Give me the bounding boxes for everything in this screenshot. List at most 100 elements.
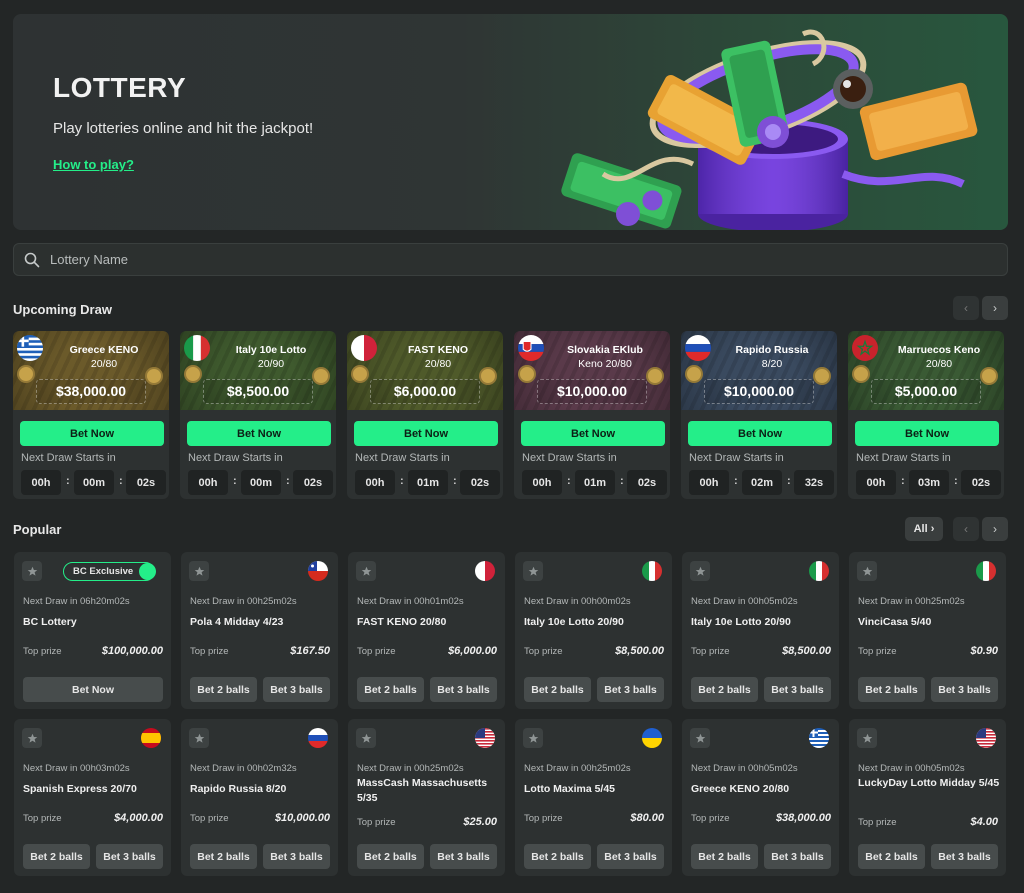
how-to-play-link[interactable]: How to play? bbox=[53, 157, 134, 172]
upcoming-draw-card[interactable]: Greece KENO 20/80 $38,000.00 Bet Now Next… bbox=[13, 331, 169, 499]
lottery-card[interactable]: Next Draw in 00h01m02s FAST KENO 20/80 T… bbox=[348, 552, 505, 709]
bet-3-balls-button[interactable]: Bet 3 balls bbox=[931, 844, 998, 869]
lottery-card[interactable]: Next Draw in 00h05m02s Italy 10e Lotto 2… bbox=[682, 552, 839, 709]
bet-now-button[interactable]: Bet Now bbox=[187, 421, 331, 446]
lottery-card[interactable]: BC Exclusive Next Draw in 06h20m02s BC L… bbox=[14, 552, 171, 709]
next-draw-time: Next Draw in 00h25m02s bbox=[190, 596, 297, 607]
lottery-card[interactable]: Next Draw in 00h03m02s Spanish Express 2… bbox=[14, 719, 171, 876]
draw-jackpot: $10,000.00 bbox=[537, 379, 647, 404]
bet-2-balls-button[interactable]: Bet 2 balls bbox=[357, 677, 424, 702]
flag-icon bbox=[475, 561, 495, 581]
bet-3-balls-button[interactable]: Bet 3 balls bbox=[96, 844, 163, 869]
lottery-card[interactable]: Next Draw in 00h02m32s Rapido Russia 8/2… bbox=[181, 719, 338, 876]
timer-separator: : bbox=[233, 475, 237, 487]
chevron-left-icon: ‹ bbox=[964, 301, 968, 315]
top-prize-value: $0.90 bbox=[970, 645, 998, 657]
flag-icon bbox=[642, 561, 662, 581]
bet-2-balls-button[interactable]: Bet 2 balls bbox=[858, 677, 925, 702]
star-icon bbox=[361, 566, 371, 576]
next-draw-time: Next Draw in 00h05m02s bbox=[691, 763, 798, 774]
bet-2-balls-button[interactable]: Bet 2 balls bbox=[190, 677, 257, 702]
favorite-button[interactable] bbox=[857, 728, 877, 748]
bet-3-balls-button[interactable]: Bet 3 balls bbox=[597, 844, 664, 869]
bet-3-balls-button[interactable]: Bet 3 balls bbox=[430, 677, 497, 702]
popular-next-button[interactable]: › bbox=[982, 517, 1008, 541]
upcoming-draw-card[interactable]: Italy 10e Lotto 20/90 $8,500.00 Bet Now N… bbox=[180, 331, 336, 499]
draw-jackpot: $38,000.00 bbox=[36, 379, 146, 404]
flag-icon bbox=[17, 335, 43, 361]
bet-2-balls-button[interactable]: Bet 2 balls bbox=[357, 844, 424, 869]
next-draw-label: Next Draw Starts in bbox=[21, 452, 116, 464]
bet-2-balls-button[interactable]: Bet 2 balls bbox=[858, 844, 925, 869]
bet-now-button[interactable]: Bet Now bbox=[855, 421, 999, 446]
top-prize-value: $38,000.00 bbox=[775, 812, 831, 824]
draw-format: 20/80 bbox=[925, 358, 953, 370]
lottery-card[interactable]: Next Draw in 00h25m02s MassCash Massachu… bbox=[348, 719, 505, 876]
search-bar[interactable] bbox=[13, 243, 1008, 276]
bet-now-button[interactable]: Bet Now bbox=[20, 421, 164, 446]
search-input[interactable] bbox=[50, 252, 950, 267]
top-prize-label: Top prize bbox=[858, 646, 897, 657]
lottery-card[interactable]: Next Draw in 00h05m02s LuckyDay Lotto Mi… bbox=[849, 719, 1006, 876]
draw-name: Greece KENO 20/80 bbox=[43, 343, 165, 371]
bet-3-balls-button[interactable]: Bet 3 balls bbox=[263, 677, 330, 702]
bet-now-button[interactable]: Bet Now bbox=[521, 421, 665, 446]
flag-icon bbox=[642, 728, 662, 748]
lottery-card[interactable]: Next Draw in 00h25m02s VinciCasa 5/40 To… bbox=[849, 552, 1006, 709]
popular-prev-button[interactable]: ‹ bbox=[953, 517, 979, 541]
all-button[interactable]: All › bbox=[905, 517, 943, 541]
favorite-button[interactable] bbox=[523, 561, 543, 581]
timer-hours: 00h bbox=[21, 470, 61, 495]
bet-3-balls-button[interactable]: Bet 3 balls bbox=[263, 844, 330, 869]
bet-2-balls-button[interactable]: Bet 2 balls bbox=[691, 677, 758, 702]
upcoming-draw-card[interactable]: Marruecos Keno 20/80 $5,000.00 Bet Now Ne… bbox=[848, 331, 1004, 499]
favorite-button[interactable] bbox=[523, 728, 543, 748]
bet-3-balls-button[interactable]: Bet 3 balls bbox=[597, 677, 664, 702]
bet-2-balls-button[interactable]: Bet 2 balls bbox=[23, 844, 90, 869]
bet-3-balls-button[interactable]: Bet 3 balls bbox=[764, 844, 831, 869]
bet-now-button[interactable]: Bet Now bbox=[354, 421, 498, 446]
timer-minutes: 03m bbox=[909, 470, 949, 495]
lottery-card[interactable]: Next Draw in 00h25m02s Pola 4 Midday 4/2… bbox=[181, 552, 338, 709]
upcoming-draw-card[interactable]: Slovakia EKlub Keno 20/80 $10,000.00 Bet … bbox=[514, 331, 670, 499]
draw-title: Rapido Russia bbox=[735, 344, 809, 356]
bet-2-balls-button[interactable]: Bet 2 balls bbox=[691, 844, 758, 869]
timer-separator: : bbox=[567, 475, 571, 487]
favorite-button[interactable] bbox=[22, 561, 42, 581]
bet-3-balls-button[interactable]: Bet 3 balls bbox=[931, 677, 998, 702]
bet-2-balls-button[interactable]: Bet 2 balls bbox=[190, 844, 257, 869]
favorite-button[interactable] bbox=[690, 561, 710, 581]
draw-card-header: FAST KENO 20/80 $6,000.00 bbox=[347, 331, 503, 410]
bet-now-button[interactable]: Bet Now bbox=[688, 421, 832, 446]
top-prize-label: Top prize bbox=[858, 817, 897, 828]
favorite-button[interactable] bbox=[189, 561, 209, 581]
banner-title: LOTTERY bbox=[53, 72, 187, 103]
upcoming-prev-button[interactable]: ‹ bbox=[953, 296, 979, 320]
bet-3-balls-button[interactable]: Bet 3 balls bbox=[764, 677, 831, 702]
top-prize-value: $6,000.00 bbox=[448, 645, 497, 657]
draw-card-header: Greece KENO 20/80 $38,000.00 bbox=[13, 331, 169, 410]
bet-2-balls-button[interactable]: Bet 2 balls bbox=[524, 677, 591, 702]
bet-2-balls-button[interactable]: Bet 2 balls bbox=[524, 844, 591, 869]
favorite-button[interactable] bbox=[857, 561, 877, 581]
favorite-button[interactable] bbox=[189, 728, 209, 748]
lottery-card[interactable]: Next Draw in 00h25m02s Lotto Maxima 5/45… bbox=[515, 719, 672, 876]
draw-title: Slovakia EKlub bbox=[567, 344, 643, 356]
upcoming-draw-card[interactable]: Rapido Russia 8/20 $10,000.00 Bet Now Nex… bbox=[681, 331, 837, 499]
favorite-button[interactable] bbox=[356, 561, 376, 581]
draw-card-header: Rapido Russia 8/20 $10,000.00 bbox=[681, 331, 837, 410]
upcoming-next-button[interactable]: › bbox=[982, 296, 1008, 320]
timer-seconds: 02s bbox=[627, 470, 667, 495]
favorite-button[interactable] bbox=[690, 728, 710, 748]
favorite-button[interactable] bbox=[356, 728, 376, 748]
bet-now-button[interactable]: Bet Now bbox=[23, 677, 163, 702]
bet-3-balls-button[interactable]: Bet 3 balls bbox=[430, 844, 497, 869]
flag-icon bbox=[852, 335, 878, 361]
upcoming-draw-card[interactable]: FAST KENO 20/80 $6,000.00 Bet Now Next Dr… bbox=[347, 331, 503, 499]
lottery-card[interactable]: Next Draw in 00h05m02s Greece KENO 20/80… bbox=[682, 719, 839, 876]
bc-logo-icon bbox=[139, 563, 156, 580]
timer-seconds: 02s bbox=[293, 470, 333, 495]
next-draw-time: Next Draw in 00h25m02s bbox=[357, 763, 464, 774]
lottery-card[interactable]: Next Draw in 00h00m02s Italy 10e Lotto 2… bbox=[515, 552, 672, 709]
favorite-button[interactable] bbox=[22, 728, 42, 748]
